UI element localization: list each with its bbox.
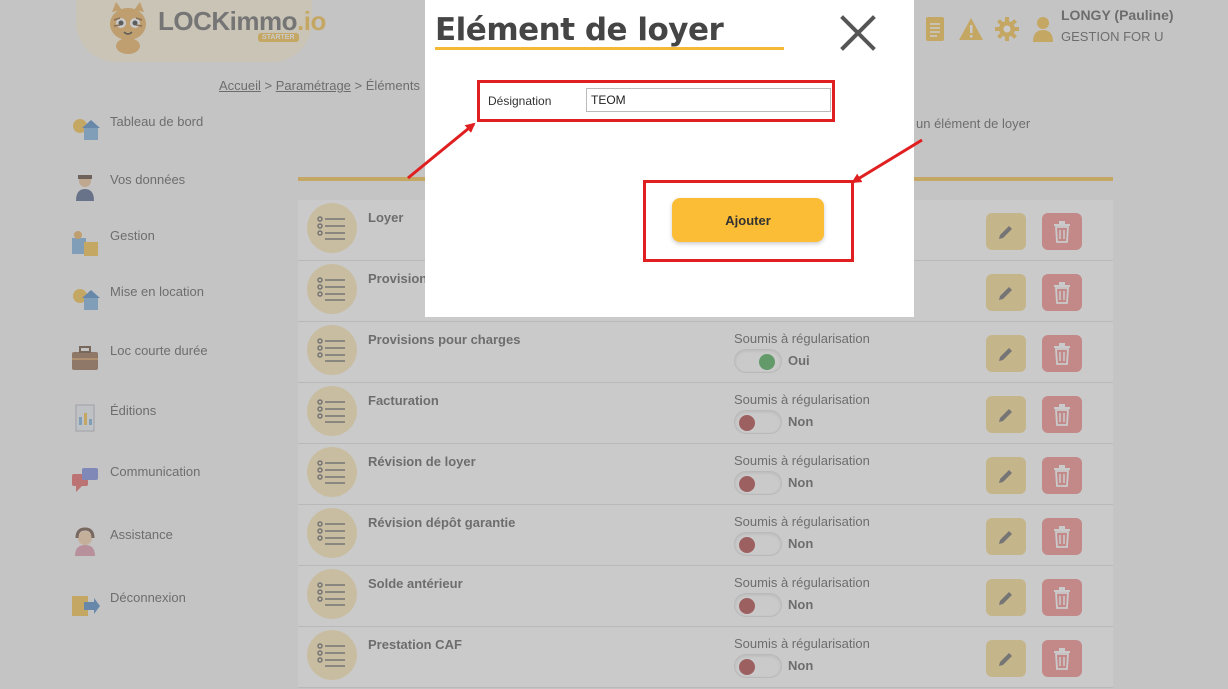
title-underline <box>435 47 784 50</box>
add-button[interactable]: Ajouter <box>672 198 824 242</box>
close-icon[interactable] <box>839 14 877 52</box>
designation-input[interactable] <box>586 88 831 112</box>
dialog-title: Elément de loyer <box>435 12 724 48</box>
add-rent-element-dialog: Elément de loyer Désignation Ajouter <box>425 0 914 317</box>
submit-highlight: Ajouter <box>643 180 854 262</box>
designation-label: Désignation <box>488 94 552 108</box>
designation-highlight: Désignation <box>477 80 835 122</box>
